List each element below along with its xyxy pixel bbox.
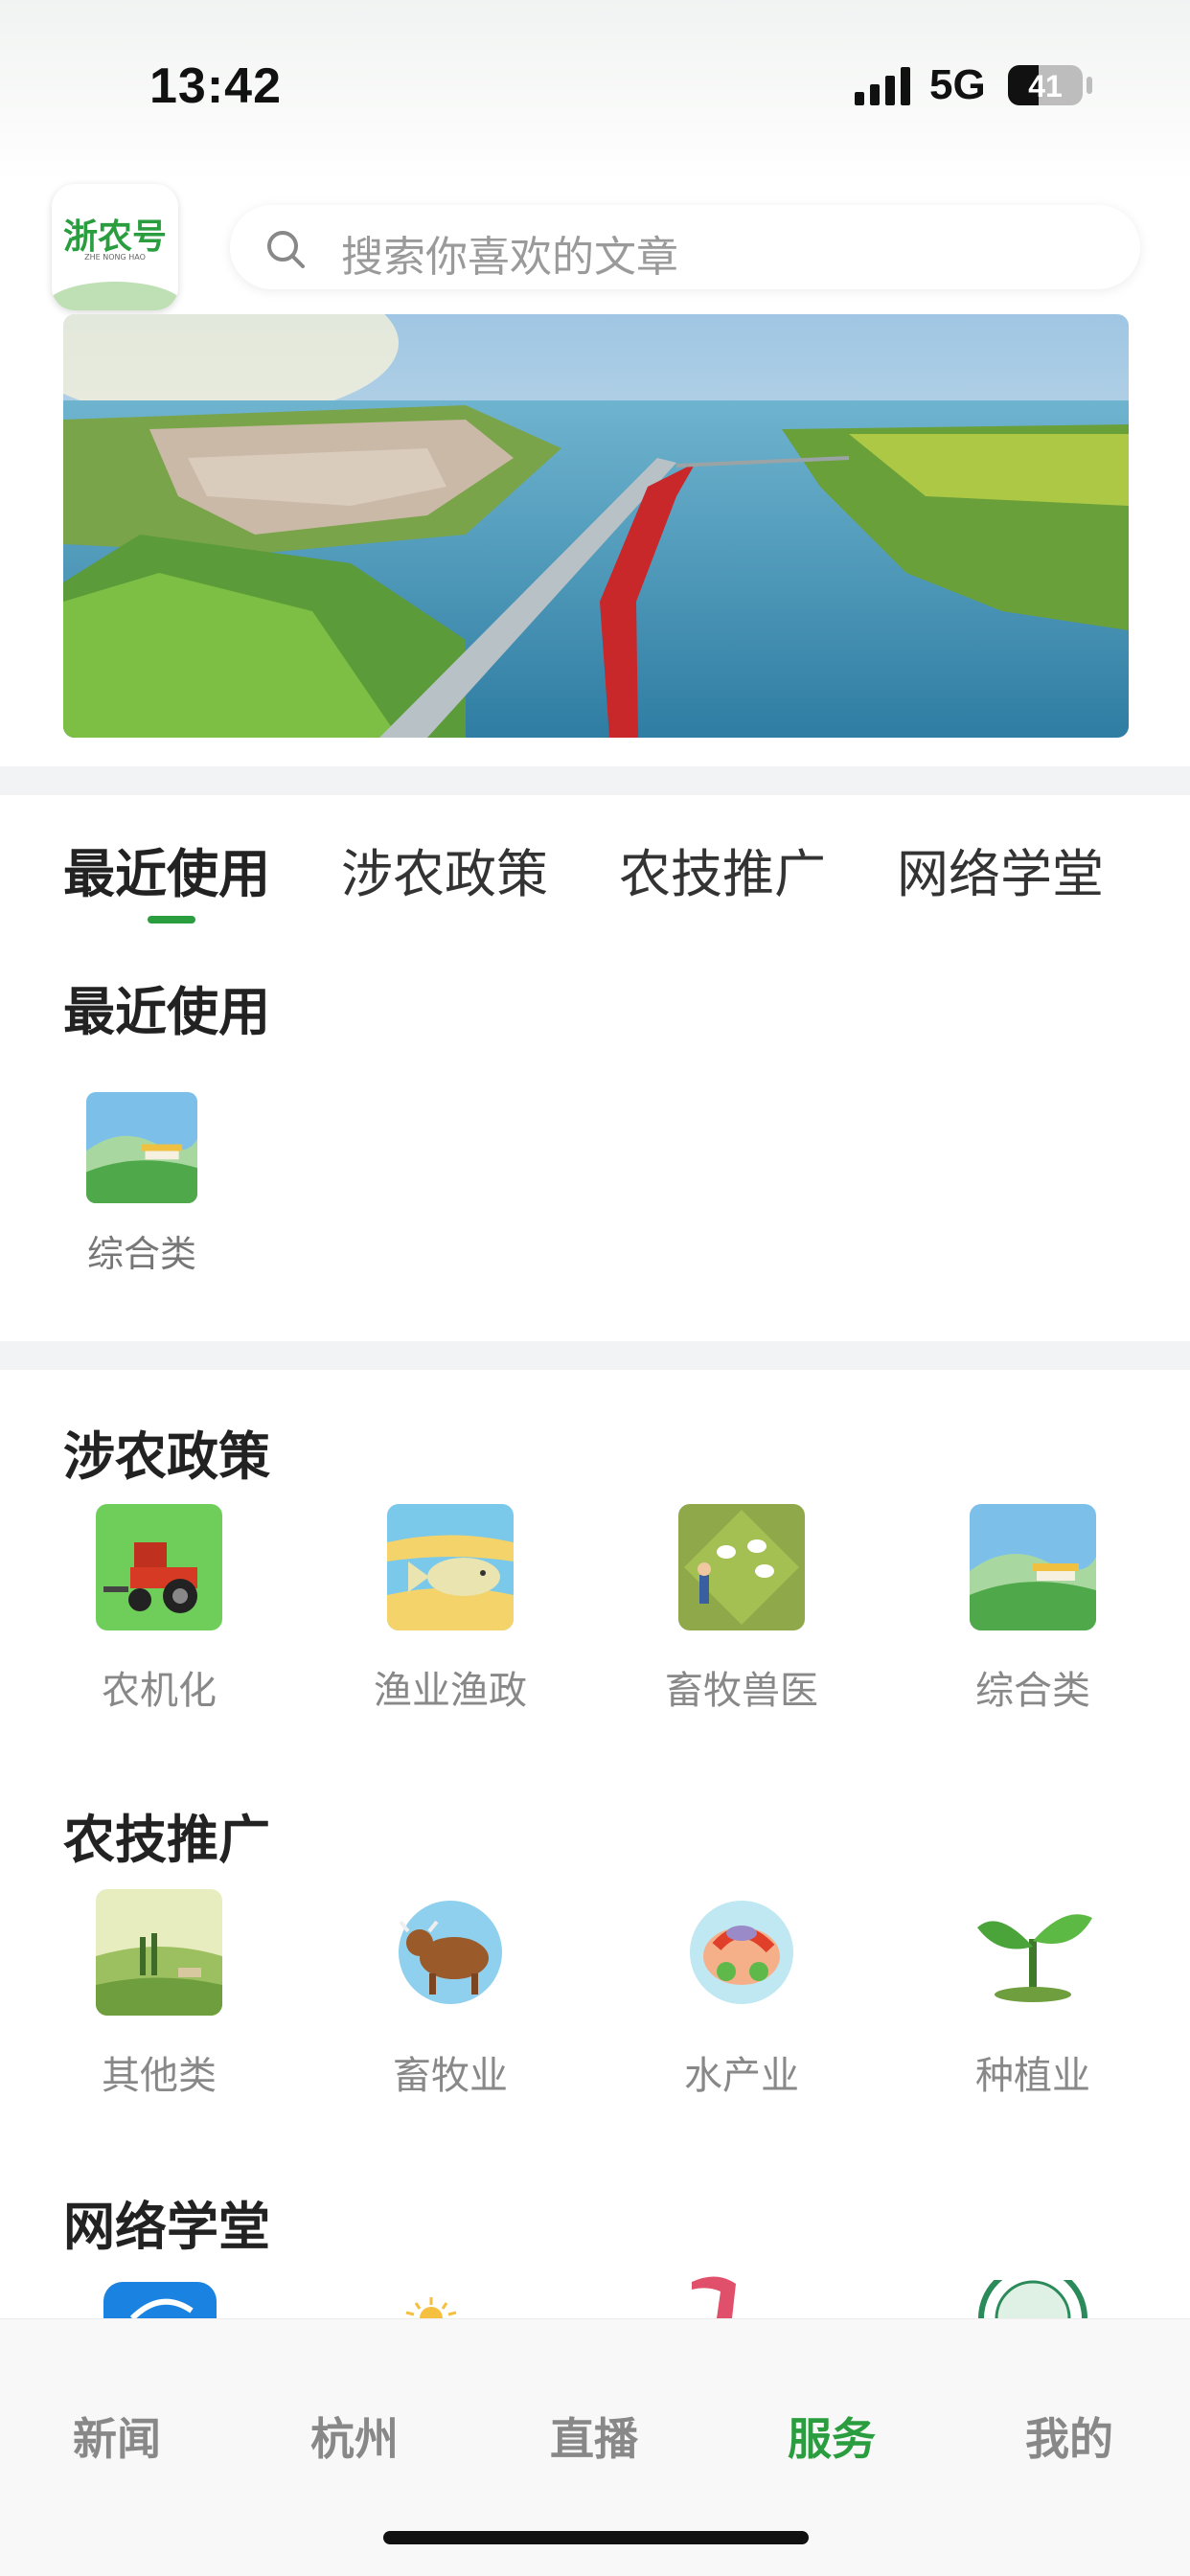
grid-item-label: 综合类	[975, 1669, 1090, 1713]
tab-tech[interactable]: 农技推广	[619, 832, 826, 907]
tab-recent[interactable]: 最近使用	[63, 832, 270, 907]
section-divider	[0, 766, 1190, 795]
fish-icon	[387, 1504, 514, 1630]
search-icon	[267, 231, 305, 268]
course-app-icon[interactable]	[103, 2282, 217, 2318]
recent-item-label: 综合类	[86, 1233, 196, 1275]
ribbon-icon[interactable]	[688, 2272, 755, 2318]
section-title-school: 网络学堂	[63, 2196, 270, 2257]
home-indicator[interactable]	[383, 2531, 809, 2544]
network-type: 5G	[929, 61, 986, 108]
grid-item-label: 水产业	[684, 2054, 799, 2098]
battery-icon: 41	[1008, 65, 1083, 105]
grid-item-label: 其他类	[102, 2054, 217, 2098]
logo-hill	[52, 282, 178, 310]
nav-hangzhou[interactable]: 杭州	[259, 2405, 450, 2468]
emblem-icon[interactable]	[975, 2280, 1090, 2318]
tractor-icon	[96, 1504, 222, 1630]
grid-item-label: 农机化	[102, 1669, 217, 1713]
seafood-icon	[678, 1889, 805, 2016]
grid-item-label: 畜牧兽医	[665, 1669, 818, 1713]
tab-policy[interactable]: 涉农政策	[341, 832, 548, 907]
grid-item-label: 渔业渔政	[374, 1669, 527, 1713]
battery-level: 41	[1028, 69, 1063, 103]
section-title-tech: 农技推广	[63, 1809, 270, 1870]
banner-image[interactable]	[63, 314, 1129, 738]
grid-item-aquaculture[interactable]: 水产业	[646, 1889, 837, 2100]
search-bar[interactable]: 搜索你喜欢的文章	[230, 205, 1140, 289]
nav-news[interactable]: 新闻	[21, 2405, 213, 2468]
grid-item-animal-husbandry[interactable]: 畜牧业	[355, 1889, 546, 2100]
nav-live[interactable]: 直播	[498, 2405, 690, 2468]
cattle-icon	[387, 1889, 514, 2016]
grid-item-label: 种植业	[975, 2054, 1090, 2098]
logo-subtext: ZHE NONG HAO	[84, 253, 146, 262]
recent-item[interactable]: 综合类	[46, 1092, 238, 1277]
sheep-icon	[678, 1504, 805, 1630]
nav-mine[interactable]: 我的	[973, 2405, 1165, 2468]
grid-item-planting[interactable]: 种植业	[937, 1889, 1129, 2100]
section-title-recent: 最近使用	[63, 981, 270, 1042]
logo-text: 浙农号	[62, 217, 167, 257]
grid-item-general[interactable]: 综合类	[937, 1504, 1129, 1715]
battery-tip	[1087, 77, 1092, 94]
status-time: 13:42	[149, 58, 282, 114]
sprout-icon	[970, 1889, 1096, 2016]
field-icon	[96, 1889, 222, 2016]
app-logo[interactable]: 浙农号 ZHE NONG HAO	[52, 184, 178, 310]
landscape-icon	[86, 1092, 197, 1203]
grid-item-other[interactable]: 其他类	[63, 1889, 255, 2100]
tab-school[interactable]: 网络学堂	[897, 832, 1104, 907]
grid-item-label: 畜牧业	[393, 2054, 508, 2098]
section-divider	[0, 1341, 1190, 1370]
active-tab-indicator	[148, 916, 195, 923]
sun-icon[interactable]	[393, 2295, 469, 2318]
nav-service[interactable]: 服务	[736, 2405, 927, 2468]
landscape-icon	[970, 1504, 1096, 1630]
grid-item-agri-machinery[interactable]: 农机化	[63, 1504, 255, 1715]
grid-item-fishery[interactable]: 渔业渔政	[355, 1504, 546, 1715]
signal-icon	[855, 67, 910, 105]
grid-item-livestock-vet[interactable]: 畜牧兽医	[646, 1504, 837, 1715]
search-placeholder: 搜索你喜欢的文章	[341, 233, 678, 282]
section-title-policy: 涉农政策	[63, 1425, 270, 1487]
